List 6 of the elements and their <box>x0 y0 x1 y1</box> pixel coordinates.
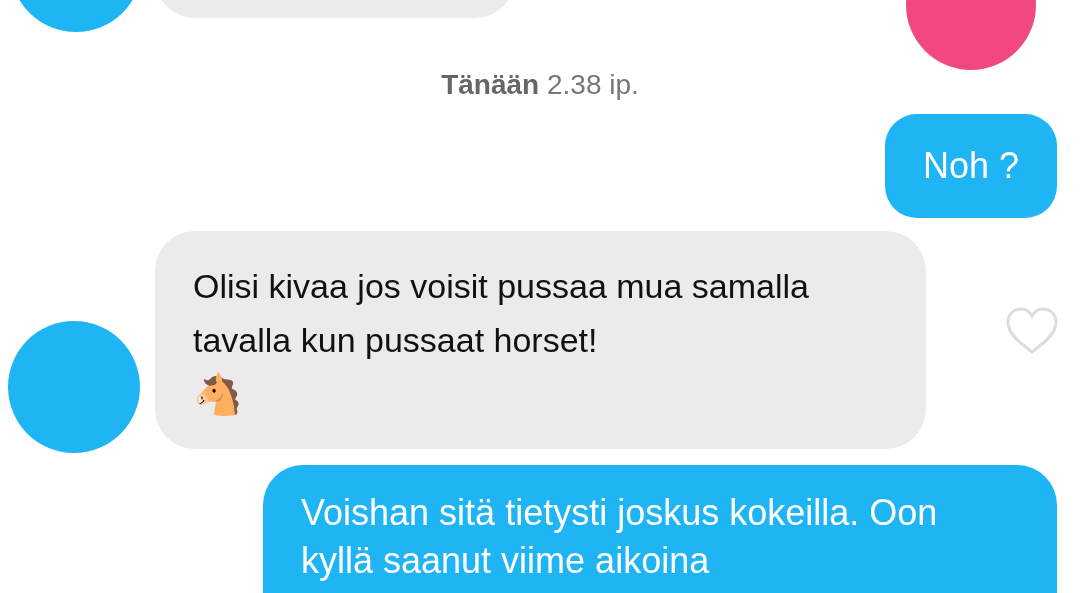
timestamp: Tänään 2.38 ip. <box>440 70 640 100</box>
sent-message: Noh ? <box>884 114 1057 218</box>
horse-emoji: 🐴 <box>193 372 243 416</box>
received-message: Olisi kivaa jos voisit pussaa mua samalla tavalla kun pussaat horset! <box>193 266 811 361</box>
heart-icon[interactable] <box>1006 307 1058 355</box>
sent-message: Voishan sitä tietysti joskus kokeilla. Oon kyllä saanut viime aikoina <box>263 465 1057 593</box>
